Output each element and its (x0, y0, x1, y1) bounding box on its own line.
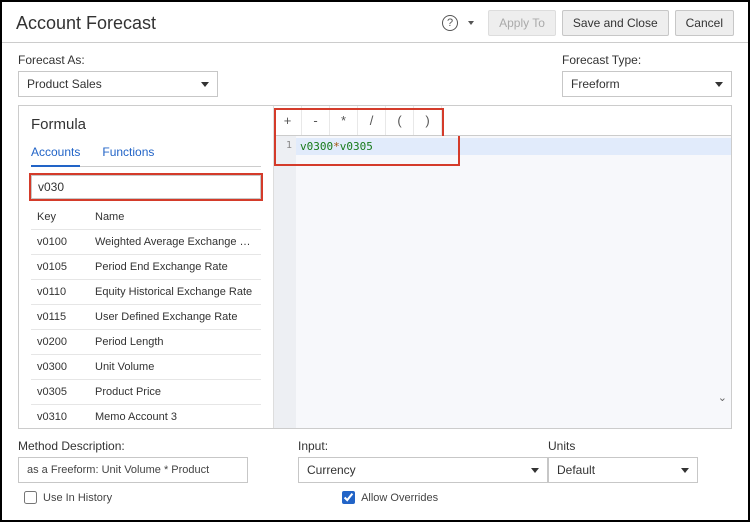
forecast-type-group: Forecast Type: Freeform (562, 53, 732, 97)
line-number: 1 (274, 140, 292, 151)
cell-key: v0115 (31, 305, 91, 329)
save-close-button[interactable]: Save and Close (562, 10, 669, 36)
account-search-input[interactable] (31, 175, 261, 199)
code-lines: v0300*v0305 (296, 136, 731, 428)
top-form: Forecast As: Product Sales Forecast Type… (2, 43, 748, 103)
dialog: Account Forecast ? Apply To Save and Clo… (0, 0, 750, 522)
forecast-type-label: Forecast Type: (562, 53, 732, 67)
use-in-history-row[interactable]: Use In History (24, 491, 112, 504)
cell-key: v0300 (31, 355, 91, 379)
tab-functions[interactable]: Functions (102, 139, 154, 166)
formula-title: Formula (31, 116, 261, 133)
units-select[interactable]: Default (548, 457, 698, 483)
header-actions: ? Apply To Save and Close Cancel (442, 10, 734, 36)
cell-name: Weighted Average Exchange Rate (91, 230, 261, 254)
header: Account Forecast ? Apply To Save and Clo… (2, 2, 748, 43)
bottom-form: Method Description: as a Freeform: Unit … (2, 429, 748, 483)
col-name-header: Name (91, 205, 261, 229)
allow-overrides-checkbox[interactable] (342, 491, 355, 504)
help-icon[interactable]: ? (442, 15, 458, 31)
op-minus[interactable]: - (302, 106, 330, 135)
forecast-as-select[interactable]: Product Sales (18, 71, 218, 97)
units-label: Units (548, 439, 728, 453)
units-value: Default (557, 463, 595, 477)
allow-overrides-label: Allow Overrides (361, 492, 438, 504)
use-in-history-checkbox[interactable] (24, 491, 37, 504)
input-value: Currency (307, 463, 356, 477)
table-row[interactable]: v0305Product Price (31, 380, 261, 405)
method-desc-group: Method Description: as a Freeform: Unit … (18, 439, 248, 483)
input-label: Input: (298, 439, 498, 453)
page-title: Account Forecast (16, 13, 156, 34)
op-plus[interactable]: + (274, 106, 302, 135)
method-desc-field[interactable]: as a Freeform: Unit Volume * Product (18, 457, 248, 483)
units-group: Units Default (548, 439, 728, 483)
cell-name: Period Length (91, 330, 261, 354)
cell-key: v0305 (31, 380, 91, 404)
account-grid-header: Key Name (31, 205, 261, 230)
table-row[interactable]: v0200Period Length (31, 330, 261, 355)
table-row[interactable]: v0300Unit Volume (31, 355, 261, 380)
bottom-checks: Use In History Allow Overrides (2, 483, 748, 504)
help-dropdown-icon[interactable] (468, 21, 474, 25)
cell-name: User Defined Exchange Rate (91, 305, 261, 329)
account-rows: v0100Weighted Average Exchange Ratev0105… (31, 230, 261, 428)
allow-overrides-row[interactable]: Allow Overrides (342, 491, 438, 504)
table-row[interactable]: v0115User Defined Exchange Rate (31, 305, 261, 330)
cell-name: Product Price (91, 380, 261, 404)
forecast-as-group: Forecast As: Product Sales (18, 53, 218, 97)
operator-bar: + - * / ( ) (274, 106, 731, 136)
expand-icon[interactable]: ⌄ (718, 391, 727, 404)
forecast-type-select[interactable]: Freeform (562, 71, 732, 97)
table-row[interactable]: v0310Memo Account 3 (31, 405, 261, 428)
op-mult[interactable]: * (330, 106, 358, 135)
forecast-as-value: Product Sales (27, 77, 102, 91)
cell-name: Period End Exchange Rate (91, 255, 261, 279)
formula-tabs: Accounts Functions (31, 139, 261, 167)
line-gutter: 1 (274, 136, 296, 428)
apply-to-button: Apply To (488, 10, 556, 36)
cell-name: Unit Volume (91, 355, 261, 379)
col-key-header: Key (31, 205, 91, 229)
method-desc-label: Method Description: (18, 439, 248, 453)
cell-name: Memo Account 3 (91, 405, 261, 428)
op-div[interactable]: / (358, 106, 386, 135)
table-row[interactable]: v0105Period End Exchange Rate (31, 255, 261, 280)
method-desc-value: as a Freeform: Unit Volume * Product (27, 464, 209, 476)
cell-key: v0310 (31, 405, 91, 428)
cell-key: v0105 (31, 255, 91, 279)
cell-key: v0200 (31, 330, 91, 354)
cell-key: v0110 (31, 280, 91, 304)
cancel-button[interactable]: Cancel (675, 10, 734, 36)
formula-sidebar: Formula Accounts Functions Key Name v010… (19, 106, 274, 428)
main-panel: Formula Accounts Functions Key Name v010… (18, 105, 732, 429)
op-lparen[interactable]: ( (386, 106, 414, 135)
code-area[interactable]: 1 v0300*v0305 ⌄ (274, 136, 731, 428)
input-group: Input: Currency (298, 439, 498, 483)
formula-editor: + - * / ( ) 1 v0300*v0305 ⌄ (274, 106, 731, 428)
cell-key: v0100 (31, 230, 91, 254)
tab-accounts[interactable]: Accounts (31, 139, 80, 167)
forecast-as-label: Forecast As: (18, 53, 218, 67)
input-select[interactable]: Currency (298, 457, 548, 483)
use-in-history-label: Use In History (43, 492, 112, 504)
table-row[interactable]: v0100Weighted Average Exchange Rate (31, 230, 261, 255)
op-rparen[interactable]: ) (414, 106, 442, 135)
cell-name: Equity Historical Exchange Rate (91, 280, 261, 304)
forecast-type-value: Freeform (571, 77, 620, 91)
table-row[interactable]: v0110Equity Historical Exchange Rate (31, 280, 261, 305)
code-line-1[interactable]: v0300*v0305 (296, 138, 731, 155)
